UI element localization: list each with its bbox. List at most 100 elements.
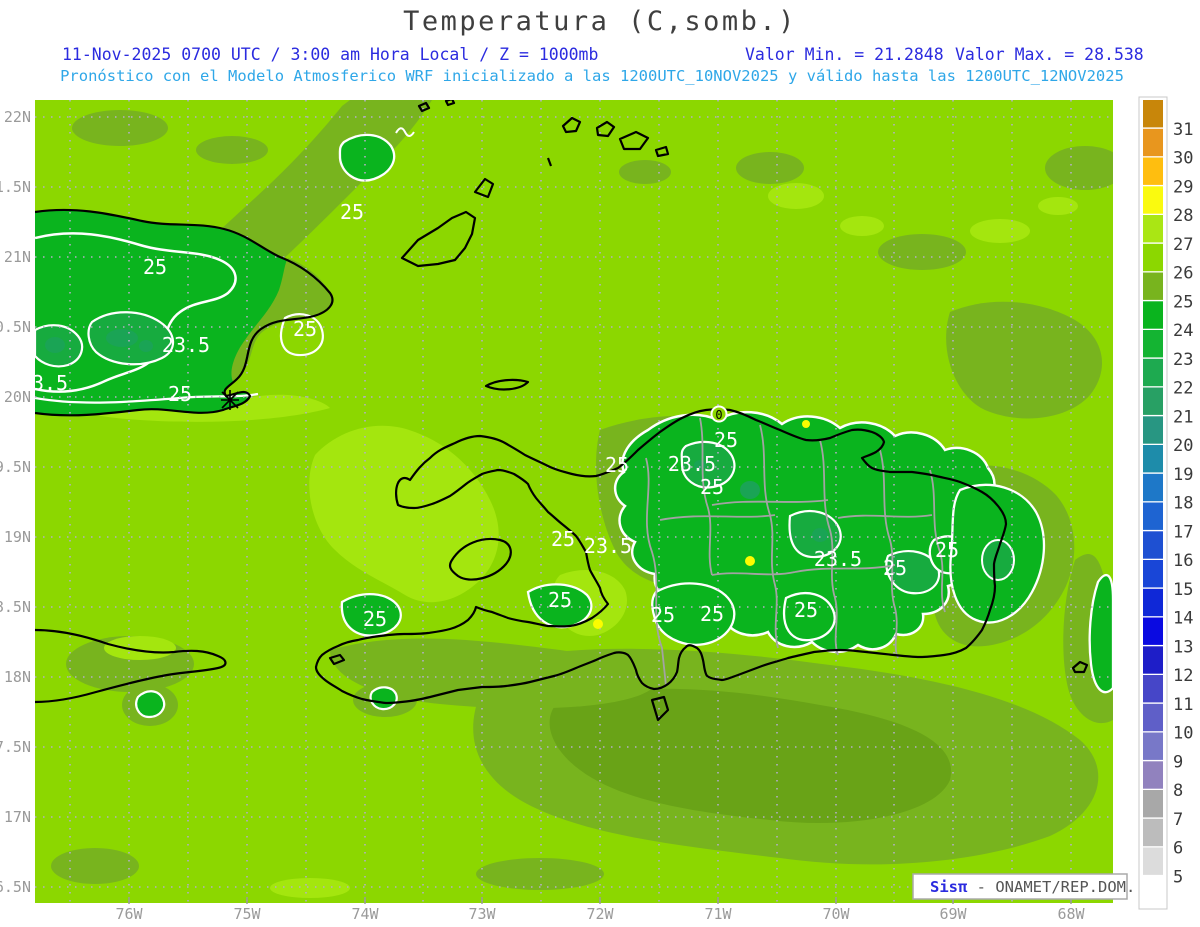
y-tick-label: 7.5N — [0, 738, 31, 756]
field-patch — [196, 136, 268, 164]
colorbar-cell — [1143, 617, 1163, 645]
contour-value-label: 25 — [143, 255, 167, 279]
colorbar-cell — [1143, 128, 1163, 157]
colorbar-cell — [1143, 703, 1163, 732]
valor-max-label: Valor Max. = 28.538 — [955, 45, 1144, 64]
contour-value-label: 3.5 — [32, 371, 68, 395]
colorbar-tick-label: 16 — [1173, 551, 1193, 571]
contour-25 — [338, 133, 396, 182]
y-tick-label: 22N — [4, 108, 31, 126]
colorbar-cell — [1143, 358, 1163, 387]
weather-map-figure: Temperatura (C,somb.) 11-Nov-2025 0700 U… — [0, 6, 1193, 923]
contour-value-label: 23.5 — [668, 452, 716, 476]
contour-value-label: 23.5 — [162, 333, 210, 357]
contour-value-label: 25 — [794, 598, 818, 622]
x-tick-label: 68W — [1057, 905, 1085, 923]
colorbar-tick-label: 25 — [1173, 292, 1193, 312]
colorbar-tick-label: 7 — [1173, 810, 1183, 830]
contour-value-label: 25 — [651, 603, 675, 627]
colorbar-tick-label: 5 — [1173, 867, 1183, 887]
valor-min-label: Valor Min. = 21.2848 — [745, 45, 944, 64]
x-tick-label: 73W — [468, 905, 496, 923]
contour-value-label: 25 — [548, 588, 572, 612]
zero-contour-label: 0 — [715, 408, 722, 422]
colorbar-tick-label: 14 — [1173, 609, 1193, 629]
colorbar-tick-label: 23 — [1173, 350, 1193, 370]
contour-value-label: 25 — [935, 538, 959, 562]
contour-25 — [369, 686, 398, 711]
colorbar-tick-label: 21 — [1173, 407, 1193, 427]
field-patch — [104, 636, 176, 660]
colorbar-cell — [1143, 445, 1163, 473]
contour-23-5 — [981, 539, 1015, 581]
colorbar-cell — [1143, 330, 1163, 358]
max-temp-spot — [745, 556, 755, 566]
contour-value-label: 25 — [363, 607, 387, 631]
contour-value-label: 25 — [714, 428, 738, 452]
contour-value-label: 23.5 — [814, 547, 862, 571]
sispi-logo: Sisπ — [930, 878, 968, 896]
field-patch — [736, 152, 804, 184]
field-patch — [1038, 197, 1078, 215]
max-temp-spot — [593, 619, 603, 629]
page-title: Temperatura (C,somb.) — [403, 6, 797, 37]
y-tick-label: 6.5N — [0, 878, 31, 896]
colorbar-cell — [1143, 675, 1163, 703]
contour-value-label: 25 — [883, 556, 907, 580]
x-tick-label: 69W — [939, 905, 967, 923]
zero-contour-bubble: 0 — [710, 405, 728, 423]
colorbar-cell — [1143, 790, 1163, 818]
colorbar-labels: 31 30 29 28 27 26 25 24 23 22 21 20 19 18 17 16 15 14 13 12… — [1173, 120, 1193, 887]
colorbar-tick-label: 13 — [1173, 637, 1193, 657]
field-patch — [270, 878, 350, 898]
colorbar-cell — [1143, 876, 1163, 904]
colorbar-tick-label: 29 — [1173, 177, 1193, 197]
y-tick-label: 19N — [4, 528, 31, 546]
colorbar-cell — [1143, 761, 1163, 789]
svg-text:Sisπ - ONAMET/REP.DOM.: Sisπ - ONAMET/REP.DOM. — [930, 878, 1135, 896]
colorbar-tick-label: 8 — [1173, 781, 1183, 801]
colorbar-tick-label: 9 — [1173, 752, 1183, 772]
colorbar-cell — [1143, 100, 1163, 128]
field-patch — [106, 329, 138, 347]
field-patch — [740, 481, 760, 499]
field-patch — [72, 110, 168, 146]
y-tick-label: 21N — [4, 248, 31, 266]
contour-value-label: 25 — [293, 317, 317, 341]
y-tick-label: 1.5N — [0, 178, 31, 196]
y-tick-label: 17N — [4, 808, 31, 826]
station-marker-icon — [221, 390, 239, 410]
y-tick-label: 0.5N — [0, 318, 31, 336]
y-axis: 22N 1.5N 21N 0.5N 20N 9.5N 19N 8.5N 18N 7.5N 17N 6.… — [0, 108, 31, 896]
colorbar-tick-label: 6 — [1173, 839, 1183, 859]
field-patch — [619, 160, 671, 184]
colorbar-tick-label: 20 — [1173, 436, 1193, 456]
map-plot-area: 0 252523.53.525252523.5252525 23.523.5252… — [32, 100, 1113, 903]
colorbar-cell — [1143, 560, 1163, 588]
subtitle-datetime: 11-Nov-2025 0700 UTC / 3:00 am Hora Loca… — [62, 45, 598, 64]
colorbar-cell — [1143, 732, 1163, 760]
colorbar-tick-label: 12 — [1173, 666, 1193, 686]
contour-value-label: 25 — [340, 200, 364, 224]
colorbar-cell — [1143, 646, 1163, 674]
field-patch — [45, 337, 65, 353]
colorbar-cell — [1143, 588, 1163, 617]
colorbar-cell — [1143, 387, 1163, 415]
contour-value-label: 25 — [700, 475, 724, 499]
contour-value-label: 25 — [605, 453, 629, 477]
x-tick-label: 70W — [822, 905, 850, 923]
colorbar-cell — [1143, 847, 1163, 875]
field-patch — [51, 848, 139, 884]
x-tick-label: 76W — [115, 905, 143, 923]
contour-value-label: 25 — [700, 602, 724, 626]
y-tick-label: 9.5N — [0, 458, 31, 476]
colorbar-tick-label: 24 — [1173, 321, 1193, 341]
max-temp-spot — [802, 420, 810, 428]
contour-25 — [135, 690, 166, 719]
y-tick-label: 18N — [4, 668, 31, 686]
onamet-label: - ONAMET/REP.DOM. — [977, 878, 1136, 896]
colorbar-tick-label: 15 — [1173, 580, 1193, 600]
colorbar-tick-label: 28 — [1173, 206, 1193, 226]
model-run-line: Pronóstico con el Modelo Atmosferico WRF… — [60, 67, 1124, 85]
colorbar-cell — [1143, 157, 1163, 185]
